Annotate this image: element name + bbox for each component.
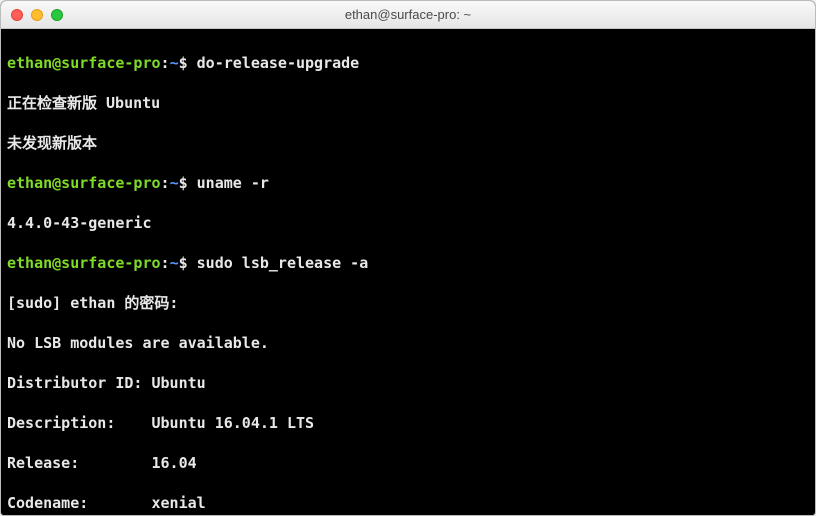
terminal-output: Release: 16.04 bbox=[7, 453, 809, 473]
close-icon[interactable] bbox=[11, 9, 23, 21]
terminal-output: Description: Ubuntu 16.04.1 LTS bbox=[7, 413, 809, 433]
prompt-colon: : bbox=[161, 54, 170, 72]
terminal-line: ethan@surface-pro:~$ sudo lsb_release -a bbox=[7, 253, 809, 273]
prompt-dollar: $ bbox=[179, 174, 188, 192]
terminal-output: 正在检查新版 Ubuntu bbox=[7, 93, 809, 113]
terminal-body[interactable]: ethan@surface-pro:~$ do-release-upgrade … bbox=[1, 29, 815, 515]
terminal-line: ethan@surface-pro:~$ uname -r bbox=[7, 173, 809, 193]
window-title: ethan@surface-pro: ~ bbox=[1, 7, 815, 22]
prompt-userhost: ethan@surface-pro bbox=[7, 54, 161, 72]
prompt-userhost: ethan@surface-pro bbox=[7, 174, 161, 192]
terminal-output: Distributor ID: Ubuntu bbox=[7, 373, 809, 393]
command-text: sudo lsb_release -a bbox=[197, 254, 369, 272]
prompt-path: ~ bbox=[170, 174, 179, 192]
command-text: uname -r bbox=[197, 174, 269, 192]
prompt-colon: : bbox=[161, 254, 170, 272]
prompt-path: ~ bbox=[170, 54, 179, 72]
terminal-output: [sudo] ethan 的密码: bbox=[7, 293, 809, 313]
title-bar: ethan@surface-pro: ~ bbox=[1, 1, 815, 29]
terminal-output: No LSB modules are available. bbox=[7, 333, 809, 353]
prompt-dollar: $ bbox=[179, 54, 188, 72]
command-text: do-release-upgrade bbox=[197, 54, 360, 72]
terminal-output: Codename: xenial bbox=[7, 493, 809, 513]
prompt-path: ~ bbox=[170, 254, 179, 272]
prompt-colon: : bbox=[161, 174, 170, 192]
terminal-output: 未发现新版本 bbox=[7, 133, 809, 153]
prompt-userhost: ethan@surface-pro bbox=[7, 254, 161, 272]
terminal-line: ethan@surface-pro:~$ do-release-upgrade bbox=[7, 53, 809, 73]
maximize-icon[interactable] bbox=[51, 9, 63, 21]
prompt-dollar: $ bbox=[179, 254, 188, 272]
terminal-window: ethan@surface-pro: ~ ethan@surface-pro:~… bbox=[0, 0, 816, 516]
terminal-output: 4.4.0-43-generic bbox=[7, 213, 809, 233]
minimize-icon[interactable] bbox=[31, 9, 43, 21]
traffic-lights bbox=[1, 9, 63, 21]
